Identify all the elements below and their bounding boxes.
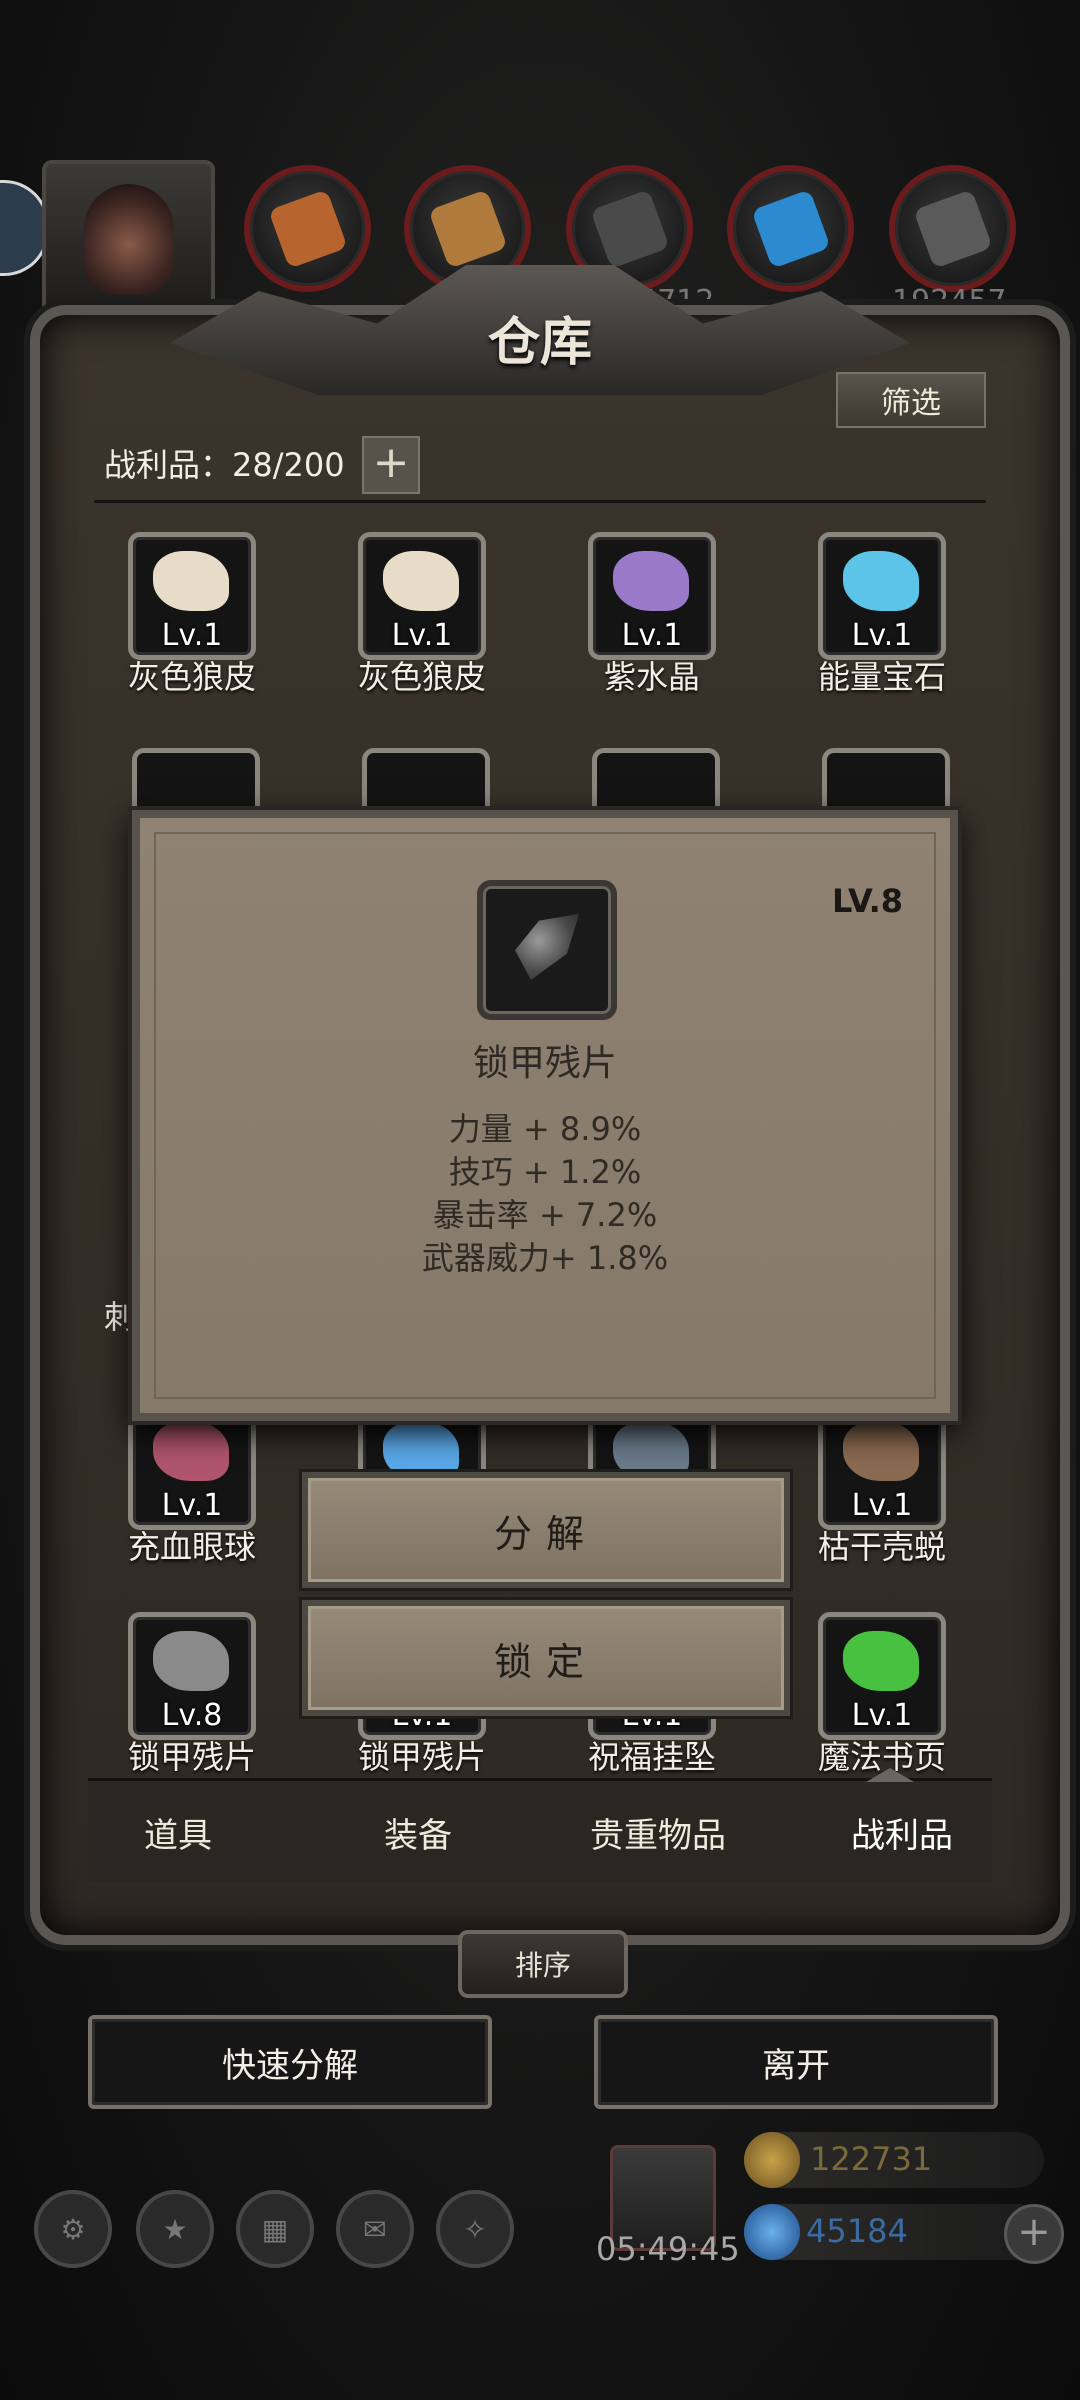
compass-icon[interactable]: ✧ (436, 2190, 514, 2268)
loot-count-label: 战利品：28/200 (104, 446, 345, 484)
chainmail-icon (153, 1631, 229, 1691)
tab-valuables[interactable]: 贵重物品 (548, 1808, 768, 1857)
item-slot: Lv.8 (128, 1612, 256, 1740)
eyeball-icon (153, 1421, 229, 1481)
sort-button[interactable]: 排序 (458, 1930, 628, 1998)
divider (94, 500, 986, 503)
tab-items[interactable]: 道具 (68, 1808, 288, 1857)
decompose-button[interactable]: 分解 (302, 1472, 790, 1588)
blue-gem-icon (744, 2204, 800, 2260)
gift-timer: 05:49:45 (596, 2230, 740, 2268)
shell-icon (843, 1421, 919, 1481)
item-level: Lv.1 (851, 1698, 913, 1733)
tooltip-item-name: 锁甲残片 (472, 1043, 617, 1084)
gold-coin-icon (744, 2132, 800, 2188)
add-gems-button[interactable]: + (1004, 2204, 1064, 2264)
item-level: Lv.1 (161, 618, 223, 653)
inventory-item-selected[interactable]: Lv.8 锁甲残片 (92, 1612, 292, 1776)
inventory-item[interactable]: Lv.1 枯干壳蜕 (782, 1402, 982, 1566)
item-level: Lv.8 (161, 1698, 223, 1733)
item-slot: Lv.1 (128, 532, 256, 660)
settings-icon[interactable]: ⚙ (34, 2190, 112, 2268)
energy-gem-icon (843, 551, 919, 611)
tab-loot[interactable]: 战利品 (792, 1808, 1012, 1857)
inventory-item[interactable]: Lv.1 灰色狼皮 (92, 532, 292, 696)
stat-line: 技巧 + 1.2% (448, 1153, 642, 1191)
wolf-pelt-icon (383, 551, 459, 611)
item-level: Lv.1 (851, 1488, 913, 1523)
inventory-item[interactable]: Lv.1 紫水晶 (552, 532, 752, 696)
chainmail-art (515, 914, 579, 980)
expand-capacity-button[interactable]: + (362, 436, 420, 494)
mail-icon[interactable]: ✉ (336, 2190, 414, 2268)
tooltip-stats: 力量 + 8.9% 技巧 + 1.2% 暴击率 + 7.2% 武器威力+ 1.8… (140, 1108, 950, 1280)
item-slot: Lv.1 (128, 1402, 256, 1530)
gold-amount: 122731 (810, 2140, 933, 2178)
item-level: Lv.1 (851, 618, 913, 653)
item-level: Lv.1 (161, 1488, 223, 1523)
inventory-item[interactable]: Lv.1 灰色狼皮 (322, 532, 522, 696)
tab-equipment[interactable]: 装备 (308, 1808, 528, 1857)
inventory-item[interactable]: Lv.1 魔法书页 (782, 1612, 982, 1776)
resource-orb-crystal[interactable] (727, 165, 854, 292)
resource-orb-leather[interactable] (244, 165, 371, 292)
item-slot: Lv.1 (358, 532, 486, 660)
spell-page-icon (843, 1631, 919, 1691)
tooltip-level: LV.8 (832, 882, 904, 920)
item-level: Lv.1 (391, 618, 453, 653)
gem-amount: 45184 (806, 2212, 908, 2250)
item-slot: Lv.1 (818, 1402, 946, 1530)
item-level: Lv.1 (621, 618, 683, 653)
avatar-portrait (83, 184, 174, 294)
leave-button[interactable]: 离开 (594, 2015, 998, 2109)
inventory-item[interactable]: Lv.1 能量宝石 (782, 532, 982, 696)
filter-button[interactable]: 筛选 (836, 372, 986, 428)
stone-icon (912, 188, 993, 269)
item-slot: Lv.1 (818, 1612, 946, 1740)
leather-icon (267, 188, 348, 269)
stat-line: 力量 + 8.9% (448, 1110, 642, 1148)
wolf-pelt-icon (153, 551, 229, 611)
stat-line: 武器威力+ 1.8% (421, 1239, 669, 1277)
crystal-icon (750, 188, 831, 269)
player-avatar[interactable] (42, 160, 215, 318)
quick-decompose-button[interactable]: 快速分解 (88, 2015, 492, 2109)
iron-icon (589, 188, 670, 269)
stat-line: 暴击率 + 7.2% (432, 1196, 658, 1234)
item-detail-tooltip: LV.8 锁甲残片 力量 + 8.9% 技巧 + 1.2% 暴击率 + 7.2%… (132, 810, 958, 1421)
item-slot: Lv.1 (588, 532, 716, 660)
amethyst-icon (613, 551, 689, 611)
inventory-item[interactable]: Lv.1 充血眼球 (92, 1402, 292, 1566)
chainmail-fragment-icon (477, 880, 617, 1020)
active-tab-indicator (866, 1768, 914, 1782)
lock-button[interactable]: 锁定 (302, 1600, 790, 1716)
page-title: 仓库 (487, 312, 592, 373)
wood-icon (427, 188, 508, 269)
map-icon[interactable]: ▦ (236, 2190, 314, 2268)
resource-orb-stone[interactable] (889, 165, 1016, 292)
achievement-icon[interactable]: ★ (136, 2190, 214, 2268)
item-slot: Lv.1 (818, 532, 946, 660)
